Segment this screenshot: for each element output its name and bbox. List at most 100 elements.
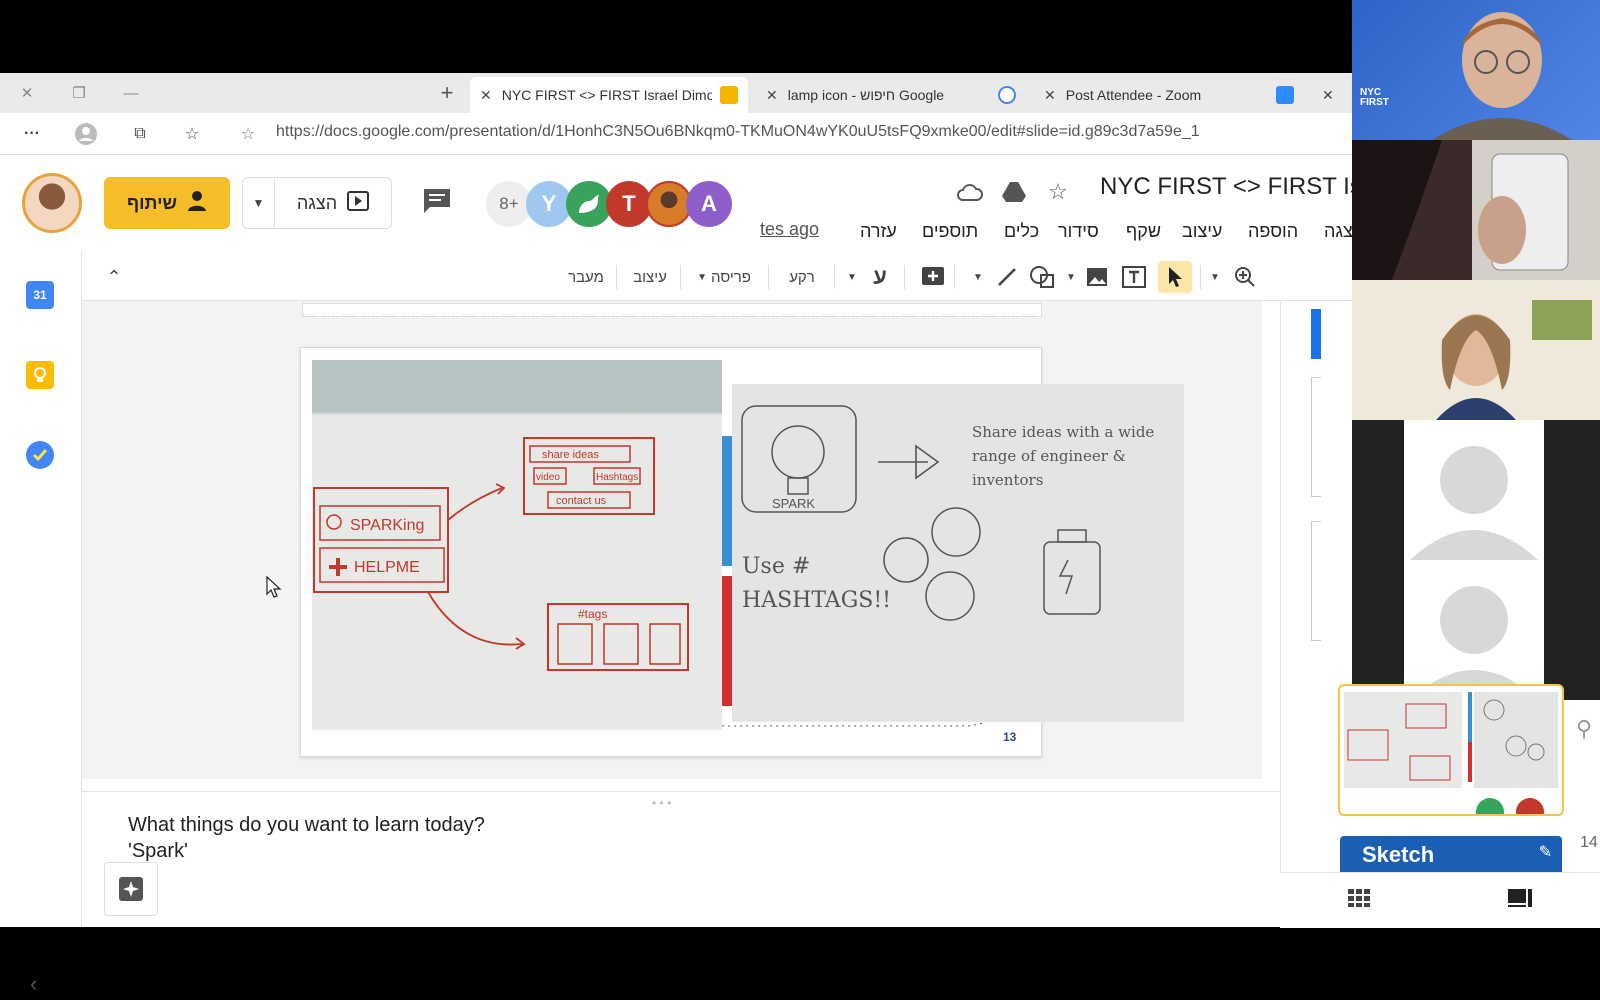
- toolbar-separator: [1200, 265, 1201, 289]
- filmstrip-slide-edge[interactable]: [1311, 377, 1321, 497]
- new-tab-button[interactable]: +: [420, 73, 474, 113]
- horizontal-ruler[interactable]: [302, 303, 1043, 317]
- text-dropdown-icon[interactable]: ▼: [842, 261, 862, 293]
- speaker-notes[interactable]: • • • What things do you want to learn t…: [82, 791, 1280, 927]
- sketch-label-sparking: SPARKing: [350, 517, 424, 534]
- participant-video: [1352, 140, 1600, 280]
- menu-tools[interactable]: כלים: [1004, 221, 1039, 242]
- zoom-icon[interactable]: [1230, 261, 1260, 293]
- mouse-cursor-icon: [266, 576, 282, 598]
- sketch-photo-spark[interactable]: SPARK Share ideas with a wide range of e…: [732, 384, 1184, 722]
- zoom-video-host[interactable]: NYC FIRST: [1352, 0, 1600, 140]
- explore-button[interactable]: [104, 862, 158, 916]
- url-field[interactable]: https://docs.google.com/presentation/d/1…: [276, 123, 1348, 141]
- explore-star-icon: [119, 877, 143, 901]
- tab-zoom[interactable]: ✕ Post Attendee - Zoom: [1034, 77, 1304, 113]
- tab-close-icon[interactable]: ✕: [1044, 87, 1056, 104]
- collaborator-avatar[interactable]: A: [686, 181, 732, 227]
- collections-icon[interactable]: ⧉: [124, 119, 156, 149]
- person-silhouette-icon: [1410, 446, 1538, 560]
- toolbar-separator: [616, 265, 617, 289]
- share-button[interactable]: שיתוף: [104, 177, 230, 229]
- select-cursor-icon[interactable]: [1158, 261, 1192, 293]
- menu-addons[interactable]: תוספים: [922, 221, 978, 242]
- zoom-video-participant[interactable]: [1352, 280, 1600, 420]
- comments-icon[interactable]: [420, 185, 454, 217]
- menu-format[interactable]: עיצוב: [1182, 221, 1222, 242]
- move-to-drive-icon[interactable]: [998, 177, 1030, 207]
- line-dropdown-icon[interactable]: ▼: [968, 261, 988, 293]
- text-box-icon[interactable]: [1118, 261, 1150, 293]
- account-avatar[interactable]: [22, 173, 82, 233]
- participant-placeholder: [1404, 560, 1544, 700]
- window-minimize-icon[interactable]: —: [104, 73, 158, 113]
- slides-favicon-icon: [720, 86, 738, 104]
- address-bar: ··· ⧉ ☆ ☆ https://docs.google.com/presen…: [0, 113, 1352, 155]
- menu-arrange[interactable]: סידור: [1058, 221, 1099, 242]
- sketch-label-share-ideas: share ideas: [542, 449, 599, 461]
- participant-video: [1432, 12, 1572, 140]
- grid-view-icon[interactable]: [1348, 889, 1374, 911]
- tab-overflow[interactable]: ✕: [1312, 77, 1352, 113]
- filmstrip-current-slide-thumbnail[interactable]: [1338, 684, 1564, 816]
- layout-button[interactable]: ▼ פריסה: [688, 261, 760, 293]
- tab-close-icon[interactable]: ✕: [480, 87, 492, 104]
- menu-slide[interactable]: שקף: [1126, 221, 1161, 242]
- sketch-text-use-hashtags: Use # HASHTAGS!!!: [742, 554, 892, 613]
- google-favicon-icon: [998, 86, 1016, 104]
- zoom-participant-no-video[interactable]: [1352, 560, 1600, 700]
- text-box-hebrew-icon[interactable]: ע: [864, 261, 896, 293]
- notes-line-1: What things do you want to learn today?: [128, 814, 485, 836]
- background-button[interactable]: רקע: [778, 261, 826, 293]
- keep-icon[interactable]: [26, 361, 54, 389]
- browser-menu-icon[interactable]: ···: [16, 119, 48, 149]
- present-button[interactable]: הצגה: [275, 190, 391, 216]
- tab-google-search[interactable]: ✕ lamp icon - חיפוש Google: [756, 77, 1026, 113]
- zoom-gallery: NYC FIRST: [1352, 0, 1600, 700]
- toolbar-separator: [954, 265, 955, 289]
- hide-menus-chevron-icon[interactable]: ⌃: [98, 261, 130, 293]
- line-icon[interactable]: [992, 261, 1022, 293]
- menu-help[interactable]: עזרה: [860, 221, 897, 242]
- present-dropdown-icon[interactable]: ▼: [243, 178, 275, 228]
- star-icon[interactable]: ☆: [1042, 177, 1074, 207]
- filmstrip-next-slide-thumbnail[interactable]: Sketch ✎: [1340, 836, 1562, 876]
- tab-title: Post Attendee - Zoom: [1065, 87, 1202, 103]
- participant-placeholder: [1404, 420, 1544, 560]
- tab-slides[interactable]: ✕ NYC FIRST <> FIRST Israel Dimon: [470, 77, 748, 113]
- link-icon[interactable]: ⚲: [1576, 716, 1598, 744]
- shape-icon[interactable]: [1026, 261, 1058, 293]
- toolbar: ⌃ מעבר עיצוב ▼ פריסה רקע ▼ ע ▼ ▼ ▼: [82, 251, 1352, 301]
- tab-title: lamp icon - חיפוש Google: [787, 87, 945, 103]
- sketch-photo-wireframe[interactable]: share ideas video Hashtags contact us SP…: [312, 360, 722, 730]
- window-restore-icon[interactable]: ❐: [52, 73, 106, 113]
- theme-button[interactable]: עיצוב: [626, 261, 674, 293]
- presentation-title[interactable]: NYC FIRST <> FIRST Is: [1100, 173, 1352, 201]
- menu-view[interactable]: הצגה: [1324, 221, 1352, 242]
- notes-resize-handle[interactable]: • • •: [652, 796, 671, 810]
- window-close-icon[interactable]: ✕: [0, 73, 54, 113]
- tasks-icon[interactable]: [26, 441, 54, 469]
- add-favorite-icon[interactable]: ☆: [232, 119, 264, 149]
- filmstrip-view-icon[interactable]: [1508, 889, 1534, 911]
- new-comment-icon[interactable]: [918, 261, 948, 293]
- tab-close-icon[interactable]: ✕: [1322, 87, 1334, 104]
- calendar-icon[interactable]: 31: [26, 281, 54, 309]
- image-icon[interactable]: [1082, 261, 1112, 293]
- favorites-icon[interactable]: ☆: [176, 119, 208, 149]
- profile-icon[interactable]: [70, 119, 102, 149]
- thumbnail-preview: [1344, 692, 1558, 814]
- menu-insert[interactable]: הוספה: [1248, 221, 1298, 242]
- present-group: ▼ הצגה: [242, 177, 392, 229]
- filmstrip[interactable]: [1280, 301, 1352, 927]
- transition-button[interactable]: מעבר: [562, 261, 610, 293]
- zoom-participant-no-video[interactable]: [1352, 420, 1600, 560]
- zoom-dropdown-icon[interactable]: ▼: [1206, 261, 1224, 293]
- expand-side-panel-chevron-icon[interactable]: ‹: [30, 971, 54, 1000]
- cloud-saved-icon[interactable]: [954, 177, 986, 207]
- tab-close-icon[interactable]: ✕: [766, 87, 778, 104]
- filmstrip-slide-edge[interactable]: [1311, 521, 1321, 641]
- filmstrip-slide-edge[interactable]: [1311, 309, 1321, 359]
- zoom-video-participant[interactable]: [1352, 140, 1600, 280]
- image-dropdown-icon[interactable]: ▼: [1062, 261, 1080, 293]
